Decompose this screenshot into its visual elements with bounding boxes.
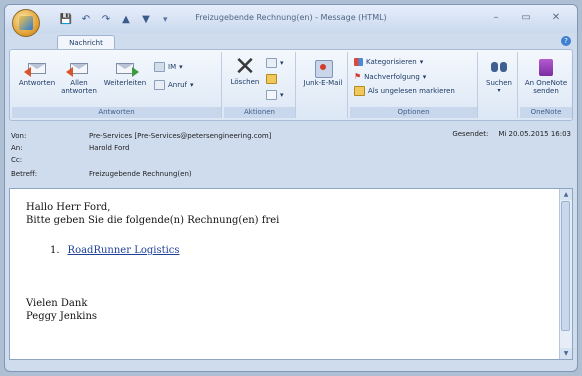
closing: Vielen Dank bbox=[26, 298, 88, 309]
group-options: Kategorisieren ▾ ⚑ Nachverfolgung ▾ Als un… bbox=[350, 52, 478, 118]
list-number: 1. bbox=[50, 245, 60, 256]
reply-icon bbox=[24, 58, 48, 77]
group-label-respond: Antworten bbox=[12, 107, 221, 118]
send-to-onenote-button[interactable]: An OneNote senden bbox=[522, 58, 570, 95]
to-value[interactable]: Harold Ford bbox=[89, 144, 129, 152]
group-label-onenote: OneNote bbox=[520, 107, 572, 118]
close-button[interactable]: ✕ bbox=[551, 12, 561, 23]
tab-nachricht[interactable]: Nachricht bbox=[57, 35, 115, 50]
invoice-list: 1. RoadRunner Logistics bbox=[50, 245, 180, 256]
binoculars-icon bbox=[488, 58, 510, 76]
envelope-unread-icon bbox=[354, 86, 365, 96]
junk-mail-button[interactable]: Junk-E-Mail bbox=[300, 58, 346, 87]
body-line: Bitte geben Sie die folgende(n) Rechnung… bbox=[26, 215, 280, 226]
help-icon[interactable]: ? bbox=[561, 36, 571, 46]
group-onenote: An OneNote senden OneNote bbox=[520, 52, 572, 118]
move-icon bbox=[266, 58, 277, 68]
scroll-thumb[interactable] bbox=[561, 201, 570, 331]
window-controls: – ▭ ✕ bbox=[491, 12, 561, 23]
followup-button[interactable]: ⚑ Nachverfolgung ▾ bbox=[354, 72, 426, 81]
sent-value: Mi 20.05.2015 16:03 bbox=[498, 130, 571, 138]
mark-unread-button[interactable]: Als ungelesen markieren bbox=[354, 86, 455, 96]
vertical-scrollbar[interactable]: ▲ ▼ bbox=[559, 189, 572, 359]
body-intro: Hallo Herr Ford, Bitte geben Sie die fol… bbox=[26, 201, 279, 227]
message-body[interactable]: Hallo Herr Ford, Bitte geben Sie die fol… bbox=[9, 188, 573, 360]
phone-icon bbox=[154, 80, 165, 90]
reply-all-button[interactable]: Allen antworten bbox=[60, 58, 98, 95]
categorize-button[interactable]: Kategorisieren ▾ bbox=[354, 58, 423, 66]
reply-all-icon bbox=[66, 58, 90, 77]
office-button[interactable] bbox=[12, 9, 40, 37]
sent-info: Gesendet: Mi 20.05.2015 16:03 bbox=[452, 130, 571, 138]
folder-icon bbox=[266, 74, 277, 84]
signature: Peggy Jenkins bbox=[26, 311, 98, 322]
scroll-up-icon[interactable]: ▲ bbox=[560, 189, 572, 200]
delete-button[interactable]: ✕ Löschen bbox=[230, 52, 260, 86]
ribbon: Antworten Allen antworten Weiterleiten I… bbox=[9, 49, 573, 121]
delete-icon: ✕ bbox=[234, 52, 256, 82]
other-actions-icon bbox=[266, 90, 277, 100]
group-junk: Junk-E-Mail bbox=[298, 52, 348, 118]
signature-block: Vielen Dank Peggy Jenkins bbox=[26, 297, 97, 323]
title-bar: 💾 ↶ ↷ ▲ ▼ ▾ Freizugebende Rechnung(en) -… bbox=[5, 5, 577, 37]
categorize-icon bbox=[354, 58, 363, 66]
call-button[interactable]: Anruf ▾ bbox=[154, 80, 194, 90]
reply-button[interactable]: Antworten bbox=[16, 58, 58, 87]
forward-button[interactable]: Weiterleiten bbox=[100, 58, 150, 87]
group-label-actions: Aktionen bbox=[224, 107, 295, 118]
maximize-button[interactable]: ▭ bbox=[521, 12, 531, 23]
flag-icon: ⚑ bbox=[354, 72, 362, 81]
message-header: Von: Pre-Services [Pre-Services@petersen… bbox=[11, 130, 571, 178]
forward-icon bbox=[114, 58, 139, 77]
subject-value: Freizugebende Rechnung(en) bbox=[89, 170, 192, 178]
group-label-options: Optionen bbox=[350, 107, 477, 118]
from-value[interactable]: Pre-Services [Pre-Services@petersenginee… bbox=[89, 132, 271, 140]
other-actions-button[interactable]: ▾ bbox=[266, 90, 284, 100]
im-icon bbox=[154, 62, 165, 72]
group-actions: ✕ Löschen ▾ ▾ Aktionen bbox=[224, 52, 296, 118]
junk-mail-icon bbox=[312, 58, 334, 78]
outlook-message-window: 💾 ↶ ↷ ▲ ▼ ▾ Freizugebende Rechnung(en) -… bbox=[4, 4, 578, 372]
im-button[interactable]: IM ▾ bbox=[154, 62, 183, 72]
group-respond: Antworten Allen antworten Weiterleiten I… bbox=[12, 52, 222, 118]
scroll-down-icon[interactable]: ▼ bbox=[560, 348, 572, 359]
onenote-icon bbox=[535, 58, 557, 76]
office-logo-icon bbox=[19, 16, 33, 30]
group-find: Suchen ▾ bbox=[480, 52, 518, 118]
ribbon-tab-row: Nachricht ? bbox=[5, 33, 577, 50]
move-button[interactable]: ▾ bbox=[266, 58, 284, 68]
find-button[interactable]: Suchen ▾ bbox=[482, 58, 516, 95]
invoice-link[interactable]: RoadRunner Logistics bbox=[68, 245, 180, 256]
greeting: Hallo Herr Ford, bbox=[26, 202, 111, 213]
minimize-button[interactable]: – bbox=[491, 12, 501, 23]
folder-button[interactable] bbox=[266, 74, 277, 84]
